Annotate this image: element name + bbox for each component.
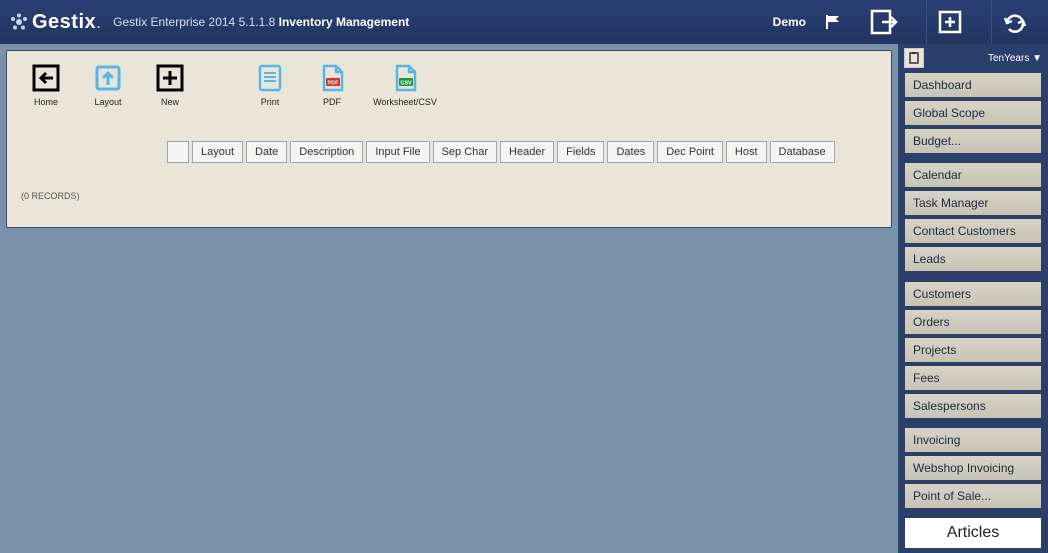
sidebar-item-articles[interactable]: Articles [904, 517, 1042, 549]
record-count: (0 RECORDS) [21, 191, 881, 201]
pdf-button[interactable]: PDF PDF [311, 63, 353, 107]
sidebar: TenYears ▼ Dashboard Global Scope Budget… [898, 44, 1048, 553]
toolbar-top: Home Layout [17, 59, 881, 107]
new-button[interactable]: New [149, 63, 191, 107]
topbar-right: Demo [773, 0, 1038, 44]
sidebar-item-calendar[interactable]: Calendar [904, 162, 1042, 188]
content-panel: Home Layout [6, 50, 892, 228]
sidebar-item-fees[interactable]: Fees [904, 365, 1042, 391]
sidebar-item-orders[interactable]: Orders [904, 309, 1042, 335]
main-area: Home Layout [0, 44, 1048, 553]
sidebar-item-global-scope[interactable]: Global Scope [904, 100, 1042, 126]
toolbar-label: PDF [323, 97, 341, 107]
sidebar-item-pos[interactable]: Point of Sale... [904, 483, 1042, 509]
sidebar-item-leads[interactable]: Leads [904, 246, 1042, 272]
layout-button[interactable]: Layout [87, 63, 129, 107]
home-button[interactable]: Home [25, 63, 67, 107]
demo-label: Demo [773, 15, 806, 29]
flag-icon[interactable] [824, 13, 844, 31]
logout-button[interactable] [862, 0, 908, 44]
column-header-decpoint[interactable]: Dec Point [657, 141, 723, 163]
svg-text:PDF: PDF [328, 81, 340, 87]
refresh-button[interactable] [991, 0, 1038, 44]
content-column: Home Layout [0, 44, 898, 553]
toolbar-bottom: PDF CSV [17, 203, 881, 209]
app-version: Gestix Enterprise 2014 5.1.1.8 [113, 15, 275, 29]
sidebar-top: TenYears ▼ [904, 48, 1042, 70]
app-title: Gestix Enterprise 2014 5.1.1.8 Inventory… [113, 15, 409, 29]
sidebar-item-task-manager[interactable]: Task Manager [904, 190, 1042, 216]
sidebar-item-customers[interactable]: Customers [904, 281, 1042, 307]
print-button[interactable]: Print [249, 63, 291, 107]
csv-button[interactable]: CSV Worksheet/CSV [373, 63, 437, 107]
home-icon [31, 63, 61, 93]
brand-logo-icon [10, 13, 28, 31]
period-selector[interactable]: TenYears ▼ [988, 53, 1042, 64]
column-header-empty[interactable] [167, 141, 189, 163]
column-header-description[interactable]: Description [290, 141, 363, 163]
print-icon [255, 63, 285, 93]
sidebar-item-invoicing[interactable]: Invoicing [904, 427, 1042, 453]
column-header-header[interactable]: Header [500, 141, 554, 163]
sidebar-item-salespersons[interactable]: Salespersons [904, 393, 1042, 419]
brand-name: Gestix [32, 11, 96, 34]
topbar: Gestix . Gestix Enterprise 2014 5.1.1.8 … [0, 0, 1048, 44]
svg-text:CSV: CSV [400, 81, 412, 87]
column-header-host[interactable]: Host [726, 141, 767, 163]
sidebar-item-contact-customers[interactable]: Contact Customers [904, 218, 1042, 244]
sidebar-item-webshop-invoicing[interactable]: Webshop Invoicing [904, 455, 1042, 481]
sidebar-item-projects[interactable]: Projects [904, 337, 1042, 363]
column-header-inputfile[interactable]: Input File [366, 141, 429, 163]
toolbar-label: Worksheet/CSV [373, 97, 437, 107]
app-module: Inventory Management [279, 15, 410, 29]
sidebar-item-budget[interactable]: Budget... [904, 128, 1042, 154]
column-header-database[interactable]: Database [770, 141, 835, 163]
column-header-sepchar[interactable]: Sep Char [433, 141, 497, 163]
toolbar-label: Print [261, 97, 280, 107]
pdf-icon: PDF [317, 63, 347, 93]
column-headers: Layout Date Description Input File Sep C… [167, 141, 881, 163]
toolbar-label: New [161, 97, 179, 107]
column-header-date[interactable]: Date [246, 141, 287, 163]
toolbar-label: Layout [94, 97, 121, 107]
toolbar-label: Home [34, 97, 58, 107]
layout-icon [93, 63, 123, 93]
plus-icon [155, 63, 185, 93]
csv-icon: CSV [390, 63, 420, 93]
column-header-fields[interactable]: Fields [557, 141, 604, 163]
clipboard-icon[interactable] [904, 48, 924, 68]
sidebar-item-dashboard[interactable]: Dashboard [904, 72, 1042, 98]
column-header-dates[interactable]: Dates [607, 141, 654, 163]
column-header-layout[interactable]: Layout [192, 141, 243, 163]
new-window-button[interactable] [926, 0, 973, 44]
